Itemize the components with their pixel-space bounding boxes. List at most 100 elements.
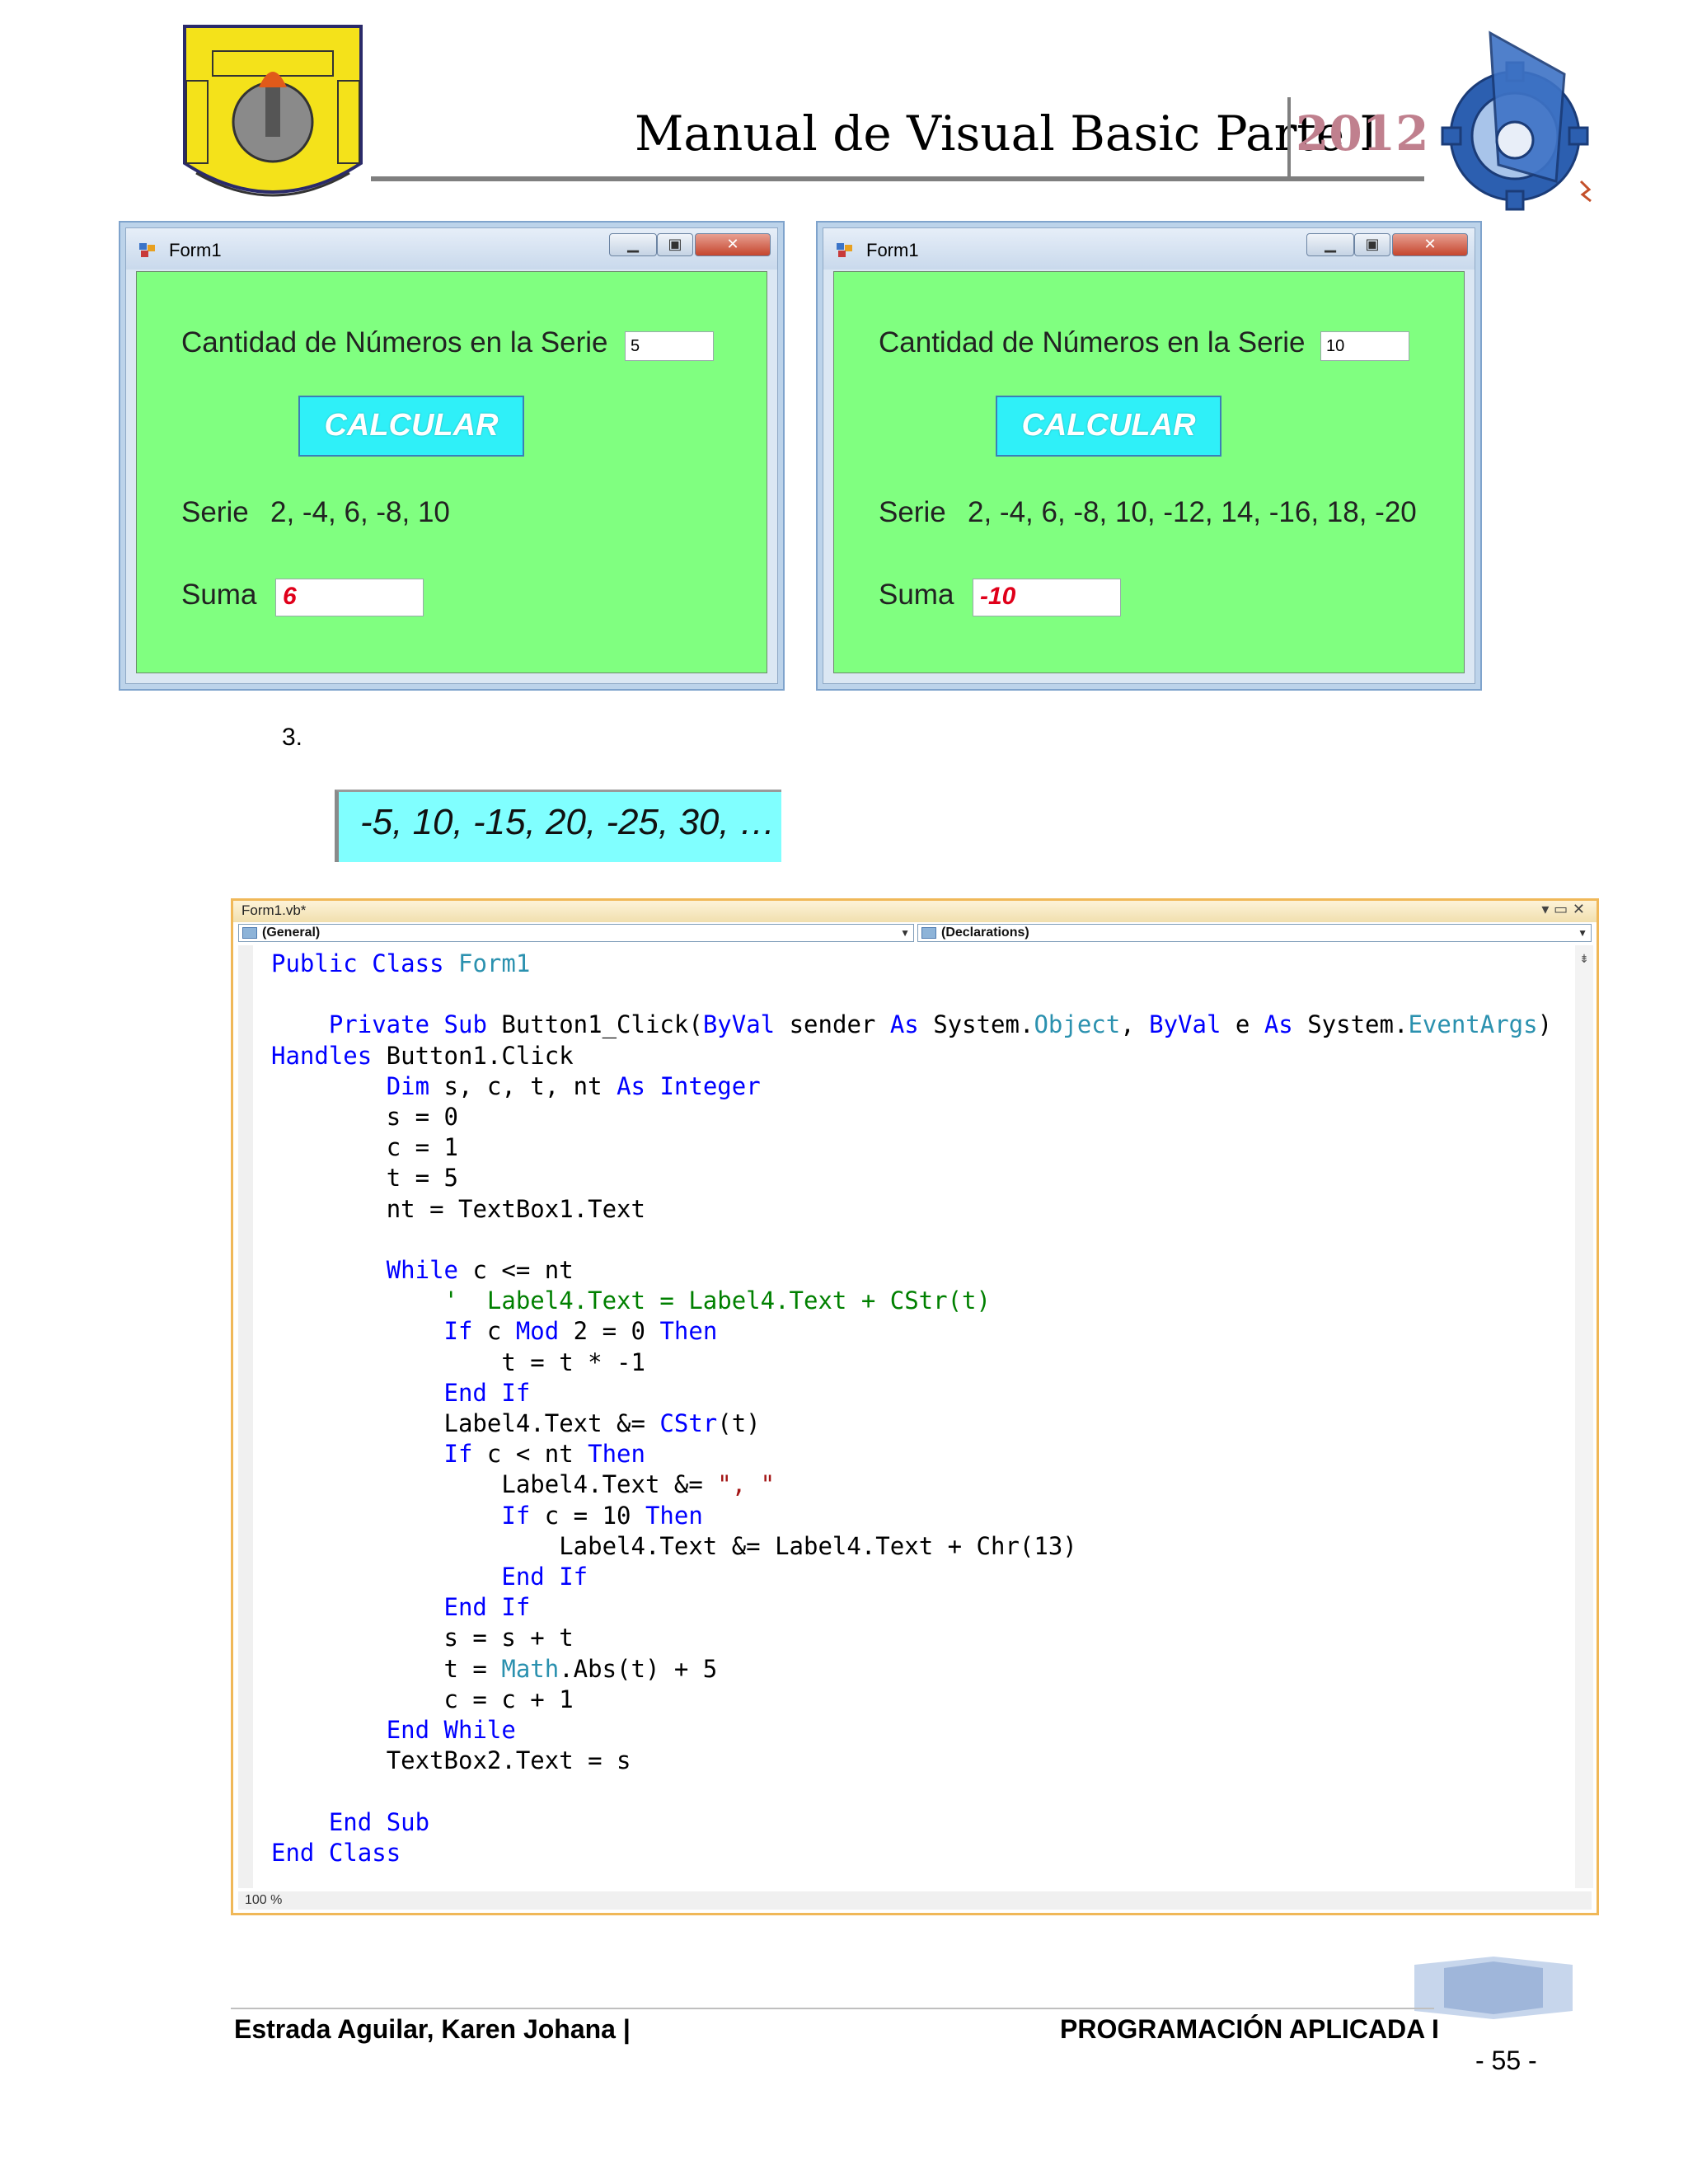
code-token: Sub [386, 1807, 430, 1836]
code-token: System. [918, 1010, 1034, 1039]
zoom-level[interactable]: 100 % [245, 1893, 282, 1908]
code-line: While c <= nt [271, 1255, 1552, 1286]
maximize-icon[interactable]: ▣ [1354, 233, 1390, 256]
code-line: End If [271, 1592, 1552, 1623]
count-input[interactable]: 10 [1320, 331, 1409, 361]
series-label: Serie [181, 496, 249, 528]
vertical-scrollbar[interactable] [1575, 945, 1593, 1888]
code-line: s = 0 [271, 1102, 1552, 1132]
split-handle-icon[interactable]: ⇟ [1577, 954, 1592, 965]
code-line: TextBox2.Text = s [271, 1746, 1552, 1776]
editor-statusbar: 100 % [238, 1891, 1592, 1910]
minimize-icon[interactable]: ▁ [609, 233, 657, 256]
code-line: c = 1 [271, 1132, 1552, 1163]
code-line: c = c + 1 [271, 1685, 1552, 1715]
code-text-area[interactable]: Public Class Form1​ Private Sub Button1_… [271, 949, 1552, 1868]
code-token: Mod [515, 1317, 560, 1346]
close-icon[interactable]: ✕ [1392, 233, 1468, 256]
code-token: While [443, 1716, 516, 1745]
code-token: While [386, 1256, 458, 1285]
code-token: Then [588, 1440, 645, 1469]
form-titlebar[interactable]: Form1 ▁ ▣ ✕ [823, 228, 1475, 269]
form-window-1: Form1 ▁ ▣ ✕ Cantidad de Números en la Se… [119, 221, 785, 691]
calculate-button[interactable]: CALCULAR [996, 396, 1221, 457]
code-token: CStr [659, 1409, 718, 1438]
code-line: Dim s, c, t, nt As Integer [271, 1071, 1552, 1102]
code-token: Dim [386, 1071, 430, 1100]
chevron-down-icon[interactable]: ▼ [1578, 925, 1587, 941]
code-token: If [501, 1501, 531, 1530]
code-token: c < nt [472, 1440, 588, 1469]
code-line: End Class [271, 1838, 1552, 1868]
form-icon [837, 243, 853, 258]
code-token: Label4.Text &= [501, 1470, 718, 1499]
form-client-area: Cantidad de Números en la Serie 5 CALCUL… [136, 271, 767, 673]
code-token: Label4.Text &= Label4.Text + Chr(13) [559, 1531, 1077, 1560]
header-rule [371, 176, 1424, 181]
form-titlebar[interactable]: Form1 ▁ ▣ ✕ [126, 228, 777, 269]
window-controls: ▁ ▣ ✕ [609, 233, 771, 258]
calculate-button[interactable]: CALCULAR [298, 396, 524, 457]
editor-tab-title: Form1.vb* [241, 902, 307, 918]
code-line: Public Class Form1 [271, 949, 1552, 979]
code-token: e [1221, 1010, 1264, 1039]
code-line: t = Math.Abs(t) + 5 [271, 1654, 1552, 1685]
code-line: If c < nt Then [271, 1439, 1552, 1469]
code-token: If [559, 1563, 588, 1591]
code-token: c = c + 1 [443, 1685, 574, 1713]
code-line: ​ [271, 979, 1552, 1010]
code-line: End If [271, 1562, 1552, 1592]
code-line: t = t * -1 [271, 1347, 1552, 1378]
code-token: c [472, 1317, 516, 1346]
code-token: c = 1 [386, 1133, 458, 1162]
code-token: Class [372, 949, 444, 977]
sum-output[interactable]: -10 [973, 579, 1121, 616]
declarations-dropdown[interactable]: (Declarations) ▼ [917, 924, 1592, 942]
code-token: End [501, 1563, 545, 1591]
code-token: ' Label4.Text = Label4.Text + CStr(t) [443, 1286, 991, 1315]
code-token: End [443, 1378, 487, 1407]
code-token: As [1264, 1010, 1293, 1039]
title-separator [1287, 97, 1291, 180]
code-line: s = s + t [271, 1623, 1552, 1653]
code-line: nt = TextBox1.Text [271, 1194, 1552, 1225]
code-token: t = [443, 1654, 502, 1683]
code-token: Math [501, 1654, 560, 1683]
form-title: Form1 [169, 240, 222, 260]
count-input[interactable]: 5 [625, 331, 714, 361]
editor-gutter [238, 945, 253, 1888]
code-token: ByVal [1149, 1010, 1221, 1039]
code-token: End [271, 1838, 315, 1867]
count-label: Cantidad de Números en la Serie [879, 326, 1306, 359]
sum-output[interactable]: 6 [275, 579, 424, 616]
document-year: 2012 [1296, 105, 1429, 162]
editor-window-controls[interactable]: ▾ ▭ ✕ [1541, 901, 1585, 918]
code-token: If [443, 1440, 473, 1469]
code-token: EventArgs [1408, 1010, 1538, 1039]
form-window-2: Form1 ▁ ▣ ✕ Cantidad de Números en la Se… [816, 221, 1482, 691]
code-token: c = 10 [530, 1501, 645, 1530]
code-token: Handles [271, 1041, 373, 1070]
editor-tab[interactable]: Form1.vb* ▾ ▭ ✕ [233, 901, 1597, 922]
maximize-icon[interactable]: ▣ [657, 233, 693, 256]
code-line: If c Mod 2 = 0 Then [271, 1316, 1552, 1347]
code-token: Public [271, 949, 358, 977]
minimize-icon[interactable]: ▁ [1306, 233, 1354, 256]
series-value: 2, -4, 6, -8, 10 [270, 496, 450, 528]
code-token: TextBox2.Text = s [386, 1746, 631, 1775]
code-token: As [889, 1010, 919, 1039]
code-token: Button1.Click [372, 1041, 574, 1070]
code-token: Class [328, 1838, 401, 1867]
count-label: Cantidad de Números en la Serie [181, 326, 608, 359]
code-token: Sub [443, 1010, 487, 1039]
code-token: c <= nt [458, 1256, 574, 1285]
chevron-down-icon[interactable]: ▼ [900, 925, 910, 941]
general-dropdown[interactable]: (General) ▼ [238, 924, 914, 942]
code-token: .Abs(t) + 5 [559, 1654, 718, 1683]
form-title: Form1 [866, 240, 919, 260]
close-icon[interactable]: ✕ [695, 233, 771, 256]
